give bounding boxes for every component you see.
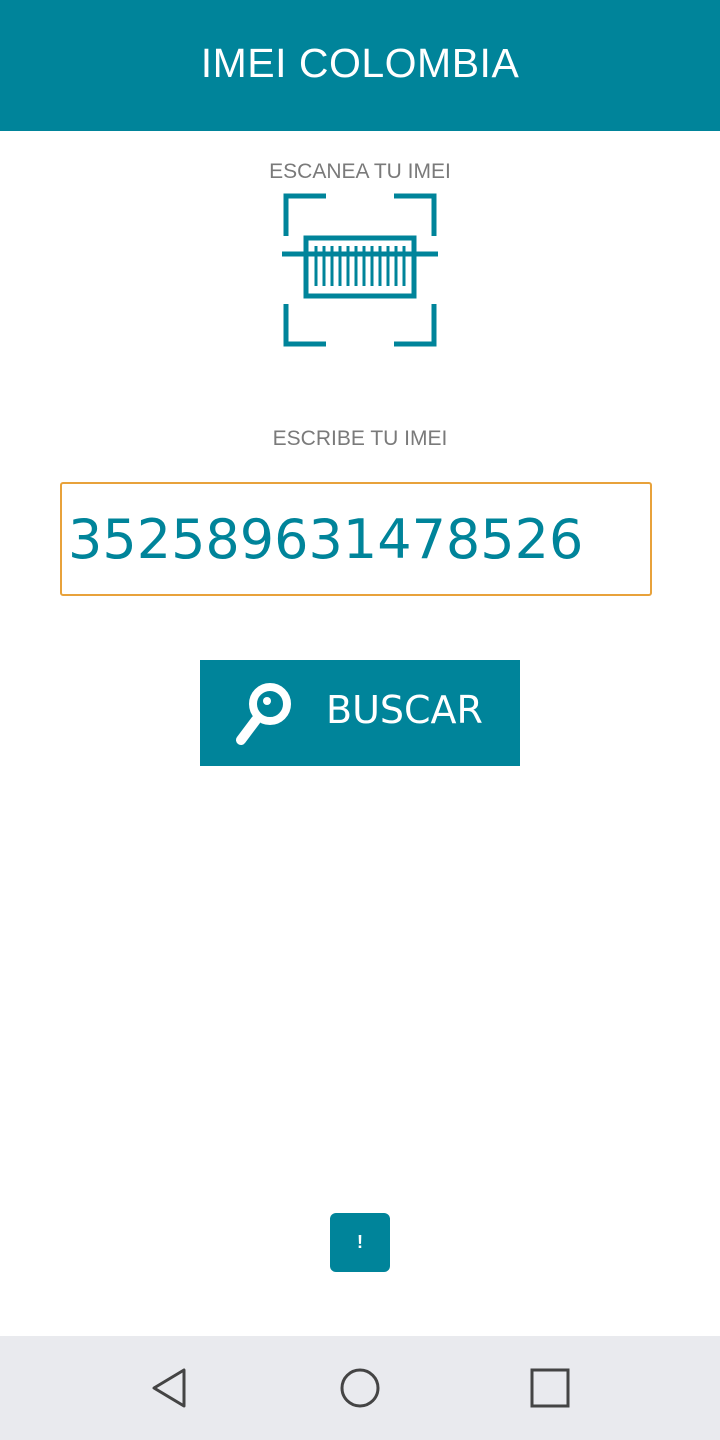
- type-imei-label: ESCRIBE TU IMEI: [272, 427, 448, 450]
- barcode-scan-icon: [282, 193, 438, 347]
- search-button-label: BUSCAR: [326, 688, 483, 732]
- search-icon: [236, 683, 291, 745]
- app-bar: IMEI COLOMBIA: [0, 0, 720, 131]
- recents-square-icon: [530, 1368, 570, 1408]
- home-circle-icon: [340, 1368, 380, 1408]
- recents-button[interactable]: [526, 1364, 574, 1412]
- home-button[interactable]: [336, 1364, 384, 1412]
- imei-input[interactable]: [60, 482, 652, 596]
- info-button[interactable]: !: [330, 1213, 390, 1272]
- app-title: IMEI COLOMBIA: [200, 40, 520, 86]
- scan-imei-button[interactable]: [282, 192, 438, 348]
- back-triangle-icon: [152, 1368, 186, 1408]
- back-button[interactable]: [146, 1364, 194, 1412]
- scan-label: ESCANEA TU IMEI: [269, 160, 451, 183]
- search-button[interactable]: BUSCAR: [200, 660, 520, 766]
- navigation-bar: [0, 1336, 720, 1440]
